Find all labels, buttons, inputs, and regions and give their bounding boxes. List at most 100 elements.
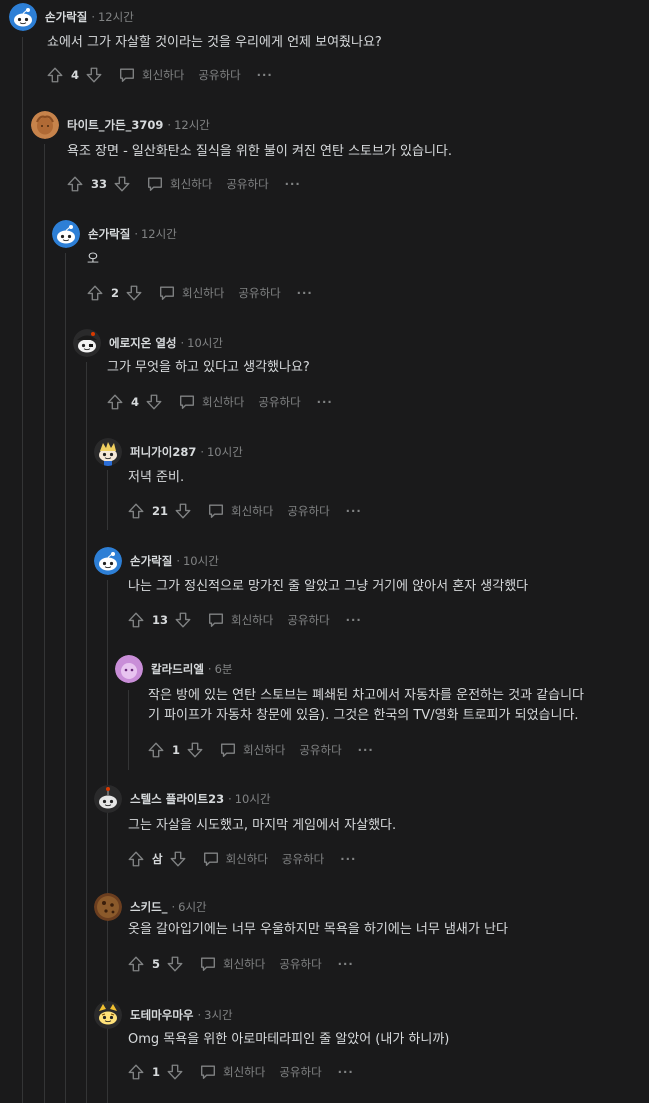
comment-body: 욕조 장면 - 일산화탄소 질식을 위한 불이 켜진 연탄 스토브가 있습니다.	[67, 142, 649, 162]
downvote-icon[interactable]	[168, 849, 188, 869]
avatar[interactable]	[52, 220, 80, 248]
author-name[interactable]: 손가락질	[88, 227, 130, 241]
more-options-icon[interactable]: ···	[297, 286, 313, 300]
author-name[interactable]: 스텔스 플라이트23	[130, 792, 224, 806]
reply-button[interactable]: 회신하다	[219, 741, 285, 759]
share-button[interactable]: 공유하다	[287, 612, 329, 628]
thread-line[interactable]	[107, 470, 108, 530]
share-button[interactable]: 공유하다	[238, 285, 280, 301]
downvote-icon[interactable]	[144, 392, 164, 412]
thread-line[interactable]	[22, 37, 23, 1103]
reply-label: 회신하다	[231, 613, 274, 627]
reply-label: 회신하다	[202, 395, 245, 409]
more-options-icon[interactable]: ···	[338, 1065, 354, 1079]
share-button[interactable]: 공유하다	[258, 394, 300, 410]
separator-dot: ·	[176, 554, 180, 568]
more-options-icon[interactable]: ···	[257, 68, 273, 82]
upvote-icon[interactable]	[65, 174, 85, 194]
reply-button[interactable]: 회신하다	[199, 1063, 265, 1081]
reply-button[interactable]: 회신하다	[118, 66, 184, 84]
avatar[interactable]	[94, 547, 122, 575]
downvote-icon[interactable]	[173, 610, 193, 630]
reply-button[interactable]: 회신하다	[207, 611, 273, 629]
thread-line[interactable]	[65, 253, 66, 1103]
share-button[interactable]: 공유하다	[279, 1064, 321, 1080]
downvote-icon[interactable]	[112, 174, 132, 194]
avatar[interactable]	[94, 785, 122, 813]
reply-label: 회신하다	[231, 504, 274, 518]
share-button[interactable]: 공유하다	[299, 742, 341, 758]
avatar[interactable]	[94, 438, 122, 466]
upvote-icon[interactable]	[126, 954, 146, 974]
comment-actions: 4 회신하다 공유하다 ···	[45, 63, 273, 87]
avatar[interactable]	[115, 655, 143, 683]
author-name[interactable]: 스키드_	[130, 900, 168, 914]
upvote-icon[interactable]	[85, 283, 105, 303]
reply-button[interactable]: 회신하다	[207, 502, 273, 520]
comment-timestamp: 12시간	[140, 227, 177, 241]
reply-button[interactable]: 회신하다	[199, 955, 265, 973]
upvote-icon[interactable]	[45, 65, 65, 85]
comment-timestamp: 10시간	[182, 554, 219, 568]
share-button[interactable]: 공유하다	[279, 956, 321, 972]
upvote-icon[interactable]	[126, 610, 146, 630]
more-options-icon[interactable]: ···	[358, 743, 374, 757]
downvote-icon[interactable]	[124, 283, 144, 303]
downvote-icon[interactable]	[165, 954, 185, 974]
reply-button[interactable]: 회신하다	[178, 393, 244, 411]
downvote-icon[interactable]	[173, 501, 193, 521]
author-name[interactable]: 에로지온 열성	[109, 336, 176, 350]
upvote-icon[interactable]	[126, 849, 146, 869]
more-options-icon[interactable]: ···	[317, 395, 333, 409]
share-button[interactable]: 공유하다	[226, 176, 268, 192]
comment-bubble-icon	[158, 284, 182, 302]
reply-button[interactable]: 회신하다	[146, 175, 212, 193]
avatar[interactable]	[31, 111, 59, 139]
comment-bubble-icon	[202, 850, 226, 868]
thread-line[interactable]	[86, 362, 87, 1103]
more-options-icon[interactable]: ···	[346, 504, 362, 518]
reply-button[interactable]: 회신하다	[202, 850, 268, 868]
comment-actions: 삼 회신하다 공유하다 ···	[126, 847, 356, 871]
thread-line[interactable]	[128, 690, 129, 770]
avatar[interactable]	[9, 3, 37, 31]
avatar[interactable]	[94, 1001, 122, 1029]
thread-line[interactable]	[44, 144, 45, 1103]
more-options-icon[interactable]: ···	[338, 957, 354, 971]
separator-dot: ·	[207, 662, 212, 676]
comment-header: 스텔스 플라이트23 · 10시간	[130, 791, 271, 807]
comment-timestamp: 12시간	[174, 118, 210, 132]
upvote-icon[interactable]	[146, 740, 166, 760]
comment-actions: 4 회신하다 공유하다 ···	[105, 390, 333, 414]
author-name[interactable]: 칼라드리엘	[151, 662, 204, 676]
share-button[interactable]: 공유하다	[198, 67, 240, 83]
author-name[interactable]: 도테마우마우	[130, 1008, 193, 1022]
avatar[interactable]	[73, 329, 101, 357]
comment-header: 도테마우마우 · 3시간	[130, 1007, 233, 1023]
share-button[interactable]: 공유하다	[282, 851, 324, 867]
comment-header: 손가락질 · 12시간	[88, 226, 177, 242]
author-name[interactable]: 손가락질	[45, 10, 87, 24]
author-name[interactable]: 퍼니가이287	[130, 445, 196, 459]
more-options-icon[interactable]: ···	[346, 613, 362, 627]
comment-actions: 5 회신하다 공유하다 ···	[126, 952, 354, 976]
reply-button[interactable]: 회신하다	[158, 284, 224, 302]
comment-actions: 33 회신하다 공유하다 ···	[65, 172, 301, 196]
author-name[interactable]: 손가락질	[130, 554, 172, 568]
downvote-icon[interactable]	[165, 1062, 185, 1082]
author-name[interactable]: 타이트_가든_3709	[67, 118, 163, 132]
avatar[interactable]	[94, 893, 122, 921]
comment-body: 작은 방에 있는 연탄 스토브는 폐쇄된 차고에서 자동차를 운전하는 것과 같…	[148, 686, 649, 726]
upvote-icon[interactable]	[126, 501, 146, 521]
reply-label: 회신하다	[243, 743, 286, 757]
upvote-icon[interactable]	[105, 392, 125, 412]
comment-bubble-icon	[178, 393, 202, 411]
comment-text-line: Omg 목욕을 위한 아로마테라피인 줄 알았어 (내가 하니까)	[128, 1032, 450, 1047]
share-button[interactable]: 공유하다	[287, 503, 329, 519]
upvote-icon[interactable]	[126, 1062, 146, 1082]
more-options-icon[interactable]: ···	[285, 177, 301, 191]
downvote-icon[interactable]	[185, 740, 205, 760]
downvote-icon[interactable]	[84, 65, 104, 85]
separator-dot: ·	[200, 445, 204, 459]
more-options-icon[interactable]: ···	[340, 852, 356, 866]
